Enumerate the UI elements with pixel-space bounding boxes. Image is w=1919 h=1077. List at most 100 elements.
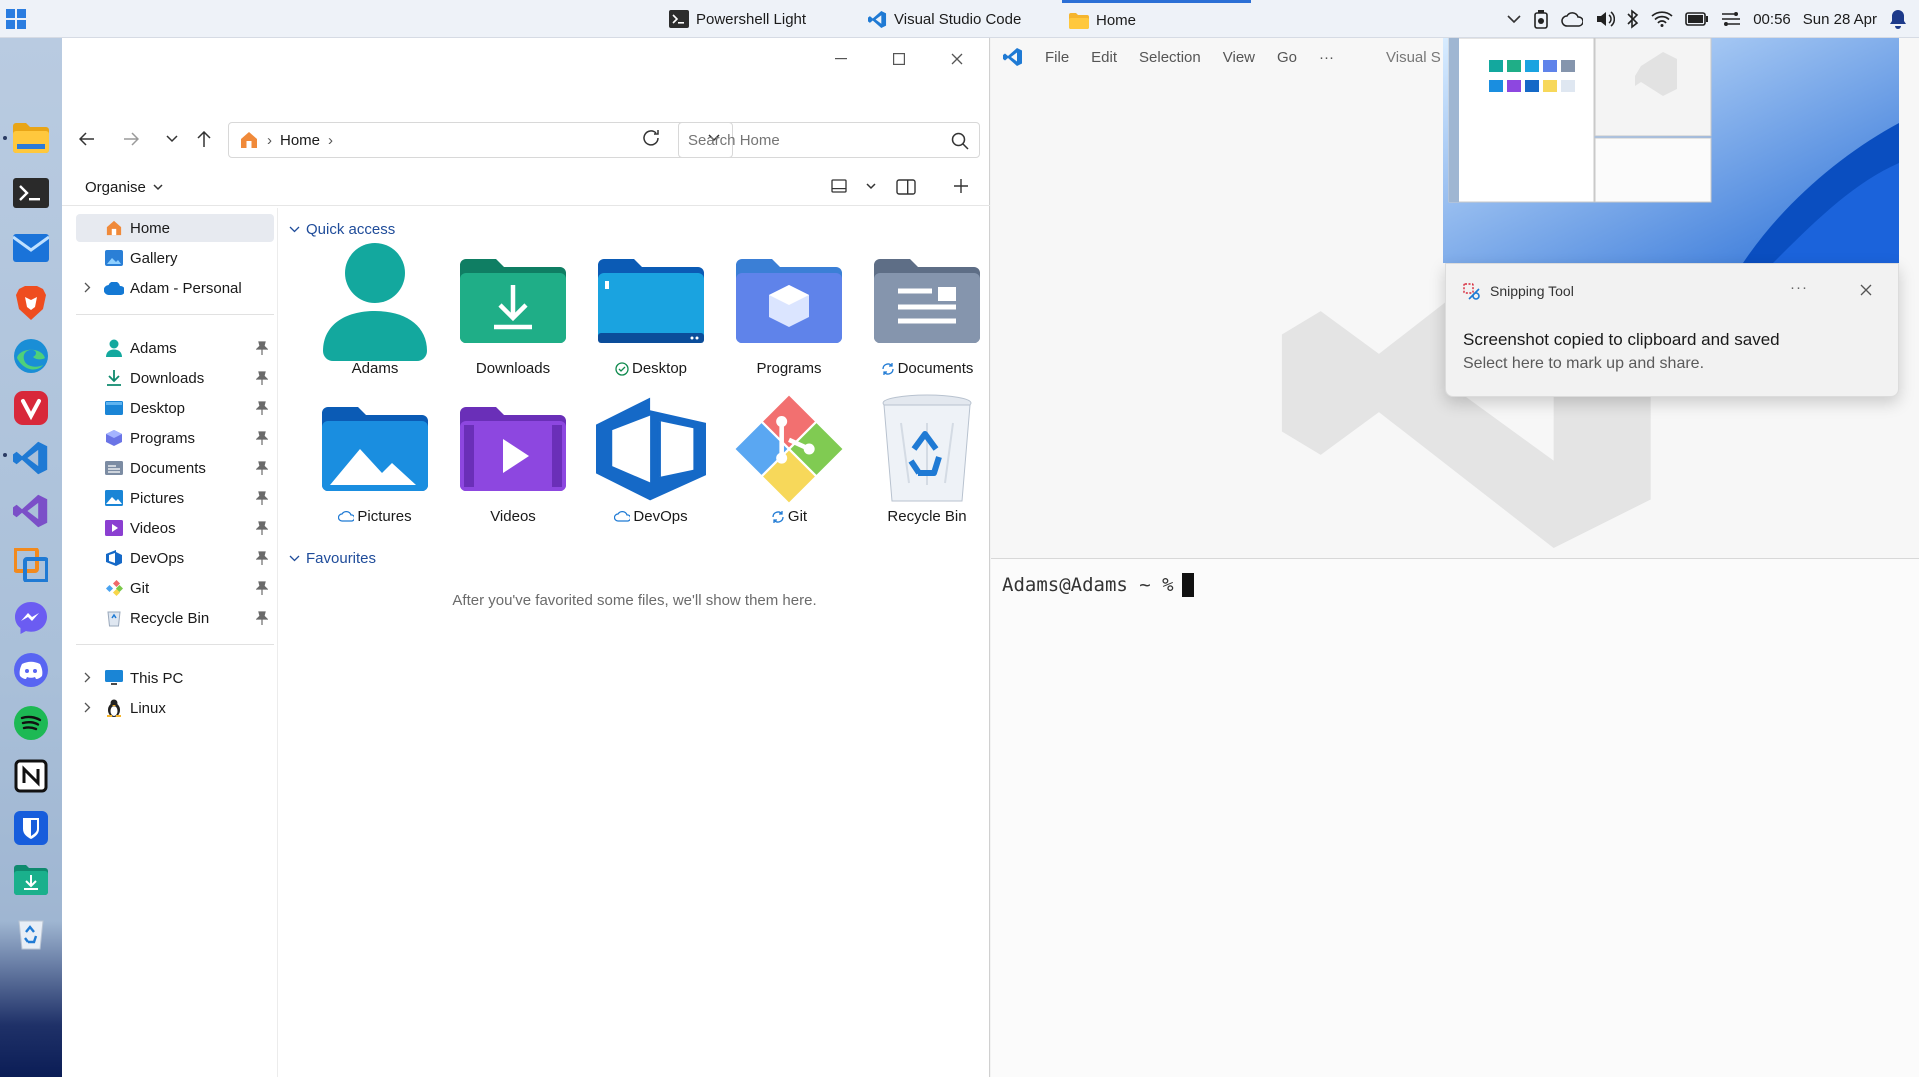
mail-icon[interactable] [11, 228, 51, 268]
brave-icon[interactable] [11, 283, 51, 323]
battery-icon[interactable] [1685, 11, 1709, 27]
vscode-icon[interactable] [11, 438, 51, 478]
menu-view[interactable]: View [1223, 49, 1255, 66]
recycle-bin-icon[interactable] [11, 913, 51, 953]
pin-icon[interactable] [256, 581, 268, 595]
nav-item-home[interactable]: Home [76, 214, 274, 242]
snipping-tool-notification[interactable]: Snipping Tool ··· Screenshot copied to c… [1445, 263, 1899, 397]
pin-icon[interactable] [256, 341, 268, 355]
breadcrumb-separator-icon[interactable]: › [328, 132, 333, 149]
screenshot-preview-thumbnail[interactable] [1443, 38, 1899, 263]
quick-access-tile-git[interactable]: Git [729, 394, 849, 534]
quick-access-tile-videos[interactable]: Videos [453, 394, 573, 534]
forward-button[interactable] [117, 126, 145, 152]
pin-icon[interactable] [256, 461, 268, 475]
menu-go[interactable]: Go [1277, 49, 1297, 66]
menu-edit[interactable]: Edit [1091, 49, 1117, 66]
discord-icon[interactable] [11, 650, 51, 690]
view-options-chevron-icon[interactable] [866, 183, 876, 190]
organise-menu[interactable]: Organise [85, 179, 163, 196]
quick-access-tile-adams[interactable]: Adams [315, 243, 435, 386]
quick-access-header[interactable]: Quick access [289, 221, 395, 238]
spotify-icon[interactable] [11, 703, 51, 743]
quick-access-tile-downloads[interactable]: Downloads [453, 246, 573, 386]
chevron-up-icon[interactable] [1507, 14, 1521, 24]
notification-close-icon[interactable] [1860, 284, 1872, 296]
quick-access-tile-programs[interactable]: Programs [729, 246, 849, 386]
visual-studio-icon[interactable] [11, 491, 51, 531]
downloads-icon[interactable] [11, 860, 51, 900]
vmware-icon[interactable] [11, 545, 51, 585]
expand-chevron-icon[interactable] [84, 702, 91, 713]
nav-item-documents[interactable]: Documents [76, 454, 274, 482]
messenger-icon[interactable] [11, 598, 51, 638]
quick-access-tile-recycle-bin[interactable]: Recycle Bin [867, 394, 987, 534]
taskbar-tab-home[interactable]: Home [1062, 0, 1251, 38]
bluetooth-icon[interactable] [1627, 9, 1639, 29]
nav-item-gallery[interactable]: Gallery [76, 244, 274, 272]
terminal-prompt-line[interactable]: Adams@Adams ~ % [1002, 573, 1194, 597]
new-tab-plus-icon[interactable] [953, 178, 969, 194]
nav-item-programs[interactable]: Programs [76, 424, 274, 452]
file-explorer-icon[interactable] [11, 118, 51, 158]
battery-saver-icon[interactable] [1533, 9, 1549, 29]
nav-item-git[interactable]: Git [76, 574, 274, 602]
pin-icon[interactable] [256, 371, 268, 385]
menu-more[interactable]: ··· [1319, 49, 1334, 66]
back-button[interactable] [73, 126, 101, 152]
breadcrumb-home[interactable]: Home [280, 132, 320, 149]
vivaldi-icon[interactable] [11, 388, 51, 428]
clock-date[interactable]: Sun 28 Apr [1803, 11, 1877, 28]
pin-icon[interactable] [256, 431, 268, 445]
nav-item-adams[interactable]: Adams [76, 334, 274, 362]
pin-icon[interactable] [256, 611, 268, 625]
menu-selection[interactable]: Selection [1139, 49, 1201, 66]
pin-icon[interactable] [256, 521, 268, 535]
terminal-icon[interactable] [11, 173, 51, 213]
quick-access-tile-desktop[interactable]: Desktop [591, 246, 711, 386]
favourites-header[interactable]: Favourites [289, 550, 376, 567]
quick-access-tile-pictures[interactable]: Pictures [315, 394, 435, 534]
pin-icon[interactable] [256, 551, 268, 565]
quick-access-tile-documents[interactable]: Documents [867, 246, 987, 386]
details-pane-icon[interactable] [896, 179, 916, 195]
pin-icon[interactable] [256, 401, 268, 415]
maximize-button[interactable] [885, 48, 913, 70]
taskbar-tab-vscode[interactable]: Visual Studio Code [861, 0, 1051, 38]
clock-time[interactable]: 00:56 [1753, 11, 1791, 28]
search-input[interactable] [688, 131, 928, 149]
minimize-button[interactable] [827, 48, 855, 70]
wifi-icon[interactable] [1651, 11, 1673, 27]
nav-item-recycle-bin[interactable]: Recycle Bin [76, 604, 274, 632]
menu-file[interactable]: File [1045, 49, 1069, 66]
up-button[interactable] [190, 126, 218, 152]
windows-start-icon[interactable] [6, 9, 26, 29]
refresh-icon[interactable] [641, 128, 661, 148]
volume-icon[interactable] [1595, 10, 1616, 28]
cloud-icon[interactable] [1561, 11, 1584, 27]
nav-item-onedrive[interactable]: Adam - Personal [76, 274, 274, 302]
taskbar-tab-powershell[interactable]: Powershell Light [662, 0, 854, 38]
nav-item-devops[interactable]: DevOps [76, 544, 274, 572]
notification-more-button[interactable]: ··· [1790, 279, 1808, 296]
nav-item-this-pc[interactable]: This PC [76, 664, 274, 692]
terminal-window[interactable]: Adams@Adams ~ % [991, 558, 1919, 1077]
nav-item-videos[interactable]: Videos [76, 514, 274, 542]
expand-chevron-icon[interactable] [84, 282, 91, 293]
edge-icon[interactable] [11, 336, 51, 376]
nav-item-downloads[interactable]: Downloads [76, 364, 274, 392]
recent-locations-chevron-icon[interactable] [158, 126, 186, 152]
quick-access-tile-devops[interactable]: DevOps [591, 394, 711, 534]
bitwarden-icon[interactable] [11, 808, 51, 848]
display-settings-icon[interactable] [1721, 10, 1741, 28]
close-button[interactable] [943, 48, 971, 70]
search-icon[interactable] [951, 132, 969, 150]
nav-item-linux[interactable]: Linux [76, 694, 274, 722]
nav-item-pictures[interactable]: Pictures [76, 484, 274, 512]
pin-icon[interactable] [256, 491, 268, 505]
expand-chevron-icon[interactable] [84, 672, 91, 683]
notification-bell-icon[interactable] [1889, 9, 1907, 29]
search-box[interactable] [678, 122, 980, 158]
notion-icon[interactable] [11, 756, 51, 796]
view-icon[interactable] [831, 179, 847, 193]
